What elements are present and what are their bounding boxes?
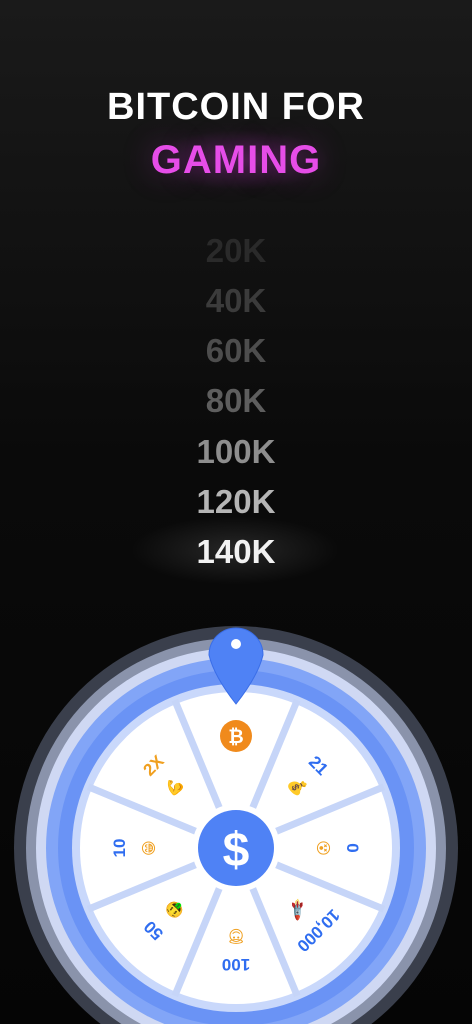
dollar-icon: $ (223, 824, 250, 877)
halo-face-icon: 😇 (228, 926, 244, 944)
dizzy-face-icon: 😵 (314, 840, 332, 856)
segment-value-label: 0 (343, 843, 362, 852)
segment-value-label: 10 (110, 839, 129, 858)
grin-face-icon: 😁 (140, 840, 158, 856)
prize-wheel[interactable]: ₿ 💰 21 😵 0 🚀 10,000 😇 100 🤑 50 😁 10 💪 2X $ (0, 0, 472, 1024)
pointer-dot (231, 639, 241, 649)
bitcoin-symbol: ₿ (228, 726, 243, 748)
segment-value-label: 100 (222, 955, 250, 974)
wheel-graphic[interactable]: ₿💰21😵 0🚀10,000😇100🤑50😁10💪2X$ (0, 0, 472, 1024)
wheel-segment: ₿ (220, 720, 252, 752)
